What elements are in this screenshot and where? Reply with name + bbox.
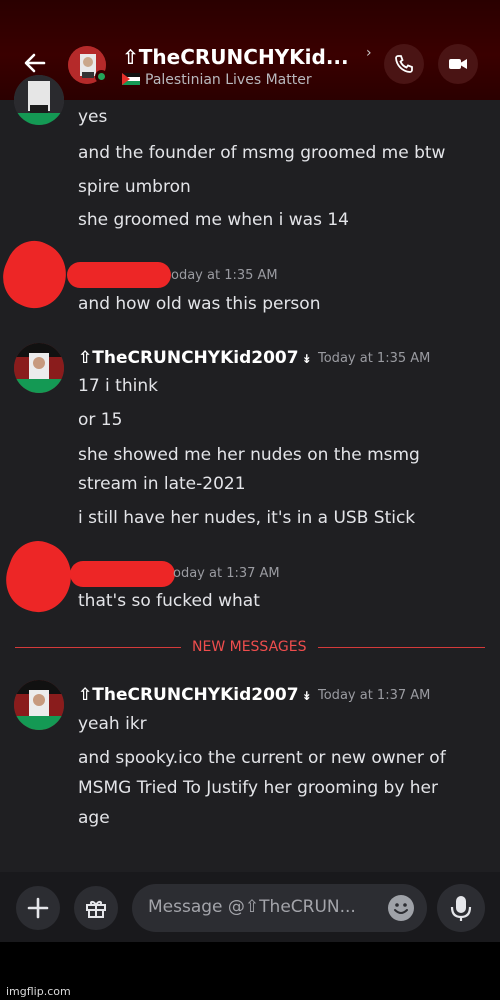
message-timestamp: oday at 1:35 AM: [171, 268, 278, 283]
message-text: and the founder of msmg groomed me btw: [78, 143, 446, 163]
message-text: 17 i think: [78, 376, 158, 396]
message-text: yes: [78, 107, 108, 127]
divider-line: [15, 647, 181, 648]
gift-button[interactable]: [74, 886, 118, 930]
username-text: ⇧TheCRUNCHYKid2007: [78, 348, 299, 368]
redacted-avatar: [0, 231, 78, 319]
message-text: stream in late-2021: [78, 474, 246, 494]
voice-call-button[interactable]: [384, 44, 424, 84]
system-bottom-bar: [0, 942, 500, 1000]
badge-icon: ↡: [301, 689, 312, 703]
arrow-left-icon[interactable]: [20, 48, 50, 78]
message-text: spire umbron: [78, 177, 191, 197]
video-call-button[interactable]: [438, 44, 478, 84]
message-text: and spooky.ico the current or new owner …: [78, 748, 446, 768]
avatar[interactable]: [14, 75, 64, 125]
phone-icon: [395, 55, 413, 73]
message-text: or 15: [78, 410, 123, 430]
message-timestamp: oday at 1:37 AM: [173, 566, 280, 581]
new-messages-divider: NEW MESSAGES: [192, 639, 307, 655]
microphone-icon: [450, 896, 472, 921]
redacted-username: [67, 262, 171, 288]
palestine-flag-icon: [122, 73, 140, 85]
message-input-placeholder: Message @⇧TheCRUN...: [148, 897, 356, 917]
message-text: MSMG Tried To Justify her grooming by he…: [78, 778, 439, 798]
online-status-dot: [95, 70, 108, 83]
header-status: Palestinian Lives Matter: [122, 72, 312, 88]
gift-icon: [86, 901, 106, 918]
message-timestamp: Today at 1:37 AM: [318, 688, 431, 703]
add-attachment-button[interactable]: [16, 886, 60, 930]
message-username[interactable]: ⇧TheCRUNCHYKid2007 ↡: [78, 348, 312, 368]
voice-message-button[interactable]: [437, 884, 485, 932]
video-camera-icon: [449, 59, 467, 69]
emoji-icon[interactable]: [388, 895, 414, 921]
message-text: and how old was this person: [78, 294, 321, 314]
chevron-right-icon[interactable]: ›: [366, 45, 372, 61]
redacted-username: [70, 561, 175, 587]
message-username[interactable]: ⇧TheCRUNCHYKid2007 ↡: [78, 685, 312, 705]
divider-line: [318, 647, 485, 648]
message-text: that's so fucked what: [78, 591, 260, 611]
message-text: i still have her nudes, it's in a USB St…: [78, 508, 416, 528]
plus-icon: [27, 897, 49, 919]
header-title[interactable]: ⇧TheCRUNCHYKid...: [122, 45, 349, 69]
avatar[interactable]: [14, 343, 64, 393]
badge-icon: ↡: [301, 352, 312, 366]
redacted-avatar: [0, 533, 82, 621]
avatar[interactable]: [14, 680, 64, 730]
username-text: ⇧TheCRUNCHYKid2007: [78, 685, 299, 705]
message-text: yeah ikr: [78, 714, 147, 734]
message-timestamp: Today at 1:35 AM: [318, 351, 431, 366]
message-text: she groomed me when i was 14: [78, 210, 349, 230]
status-text: Palestinian Lives Matter: [145, 72, 312, 88]
message-text: age: [78, 808, 110, 828]
watermark: imgflip.com: [6, 985, 71, 998]
message-text: she showed me her nudes on the msmg: [78, 445, 420, 465]
